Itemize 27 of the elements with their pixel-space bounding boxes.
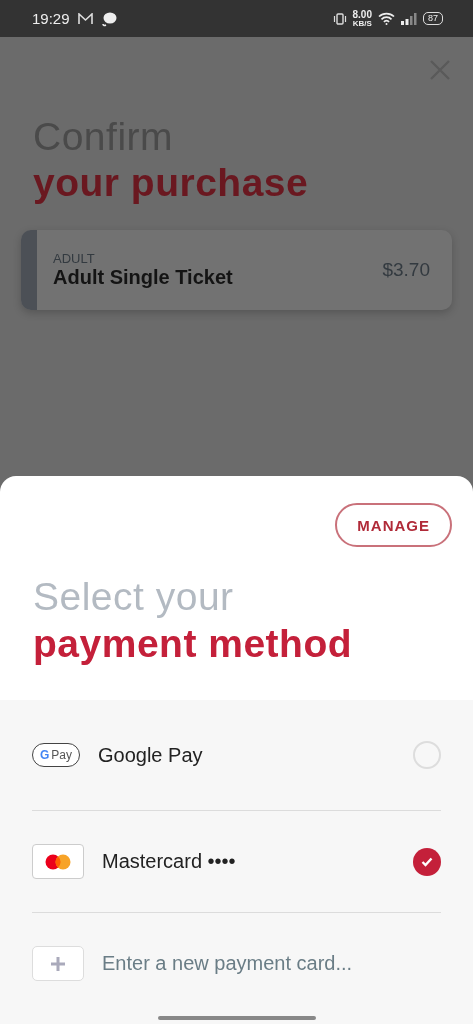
sheet-title-highlight: payment method (33, 621, 354, 667)
new-card-link[interactable]: Enter a new payment card... (102, 952, 441, 975)
ticket-price: $3.70 (382, 259, 431, 281)
mastercard-logo (45, 853, 71, 870)
home-indicator[interactable] (157, 1016, 316, 1020)
title-highlight: your purchase (33, 160, 310, 206)
mail-icon (77, 12, 93, 25)
vibrate-icon (332, 12, 347, 25)
signal-icon (401, 12, 417, 25)
network-speed: 8.00 (352, 9, 372, 20)
ticket-name: Adult Single Ticket (53, 266, 234, 289)
wifi-icon (378, 12, 395, 25)
chat-icon (100, 10, 117, 27)
battery-indicator: 87 (423, 12, 443, 25)
speed-unit: KB/S (352, 19, 372, 28)
manage-button[interactable]: MANAGE (335, 503, 452, 547)
radio-button[interactable] (413, 847, 441, 876)
radio-button[interactable] (413, 741, 441, 769)
sheet-title: Select your (33, 574, 235, 620)
clock: 19:29 (32, 10, 70, 27)
ticket-category: ADULT (53, 251, 96, 266)
google-pay-logo: G Pay (32, 743, 80, 767)
plus-icon (51, 956, 65, 971)
payment-method-label[interactable]: Mastercard •••• (102, 850, 395, 873)
add-card-button[interactable] (32, 946, 84, 981)
check-icon (421, 856, 433, 867)
payment-method-label[interactable]: Google Pay (98, 743, 395, 767)
